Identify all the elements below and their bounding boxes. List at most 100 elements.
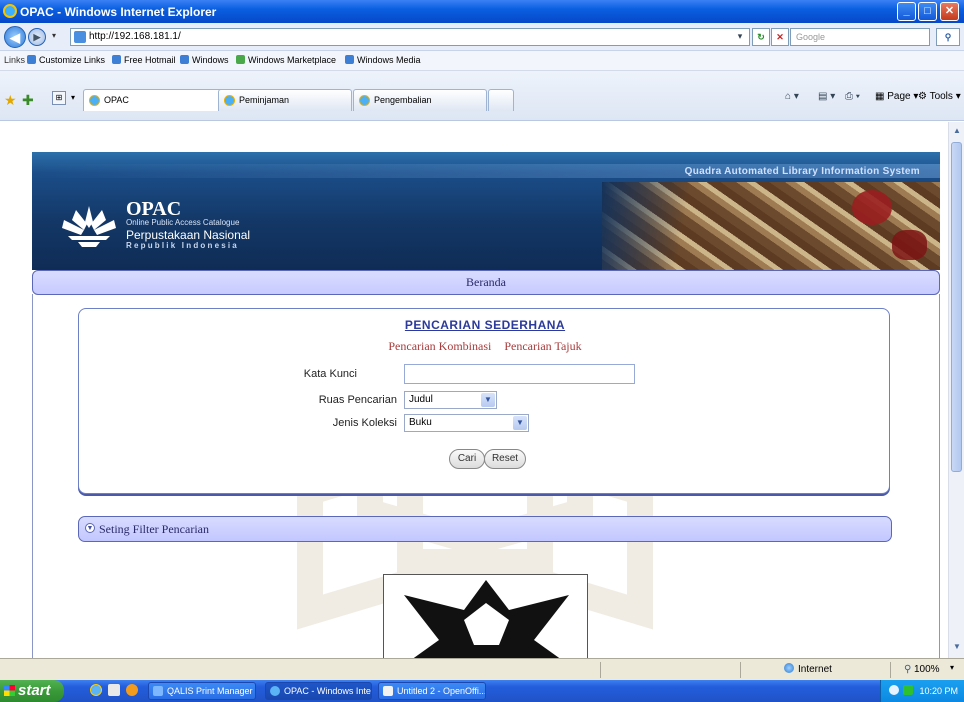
keyword-label: Kata Kunci — [303, 368, 357, 380]
link-free-hotmail[interactable]: Free Hotmail — [112, 51, 176, 70]
search-field-value: Judul — [409, 394, 433, 405]
internet-zone-icon — [784, 663, 794, 673]
search-icon[interactable]: ⚲ — [936, 28, 960, 46]
tray-network-icon[interactable] — [889, 685, 899, 695]
favorites-star-icon[interactable]: ★ — [4, 92, 17, 109]
quicklaunch-desktop-icon[interactable] — [108, 684, 120, 696]
feeds-icon[interactable]: ▤ ▾ — [818, 91, 835, 102]
links-label: Links — [4, 55, 26, 65]
search-field-select[interactable]: Judul ▼ — [404, 391, 497, 409]
search-placeholder: Google — [796, 32, 826, 42]
chevron-down-icon[interactable]: ▼ — [513, 416, 527, 430]
new-tab-button[interactable] — [488, 89, 514, 111]
banner-collage-image — [602, 182, 940, 270]
zoom-dropdown-icon[interactable]: ▾ — [950, 663, 954, 672]
collage-shape — [892, 230, 927, 260]
combined-search-link[interactable]: Pencarian Kombinasi — [388, 339, 491, 353]
add-favorites-icon[interactable]: ✚ — [22, 92, 34, 109]
search-input[interactable]: Google — [790, 28, 930, 46]
tray-security-icon[interactable] — [903, 685, 913, 695]
link-icon — [345, 55, 354, 64]
country-name: Republik Indonesia — [126, 241, 239, 250]
window-title: OPAC - Windows Internet Explorer — [20, 5, 217, 19]
quicklaunch-media-icon[interactable] — [126, 684, 138, 696]
clock: 10:20 PM — [919, 686, 958, 696]
collection-type-value: Buku — [409, 417, 432, 428]
search-filter-toggle[interactable]: ▼ Seting Filter Pencarian — [78, 516, 892, 542]
minimize-button[interactable]: _ — [897, 2, 916, 21]
windows-logo-icon — [4, 685, 15, 696]
page-icon — [224, 95, 235, 106]
expand-icon[interactable]: ▼ — [85, 523, 95, 533]
back-button[interactable]: ◀ — [4, 26, 26, 48]
stop-button[interactable]: ✕ — [771, 28, 789, 46]
quick-tabs-icon[interactable]: ⊞ — [52, 91, 66, 105]
opac-subtitle: Online Public Access Catalogue — [126, 218, 240, 227]
home-icon[interactable]: ⌂ ▾ — [785, 91, 799, 102]
address-dropdown-icon[interactable]: ▾ — [733, 28, 747, 46]
start-button[interactable]: start — [0, 680, 64, 702]
scroll-down-icon[interactable]: ▼ — [950, 640, 964, 654]
zoom-icon[interactable]: ⚲ — [904, 664, 911, 675]
document-icon — [383, 686, 393, 696]
task-label: QALIS Print Manager — [167, 686, 253, 696]
tab-peminjaman[interactable]: Peminjaman — [218, 89, 352, 111]
address-toolbar: ◀ ▶ ▾ http://192.168.181.1/ ▾ ↻ ✕ Google… — [0, 23, 964, 51]
links-toolbar: Links Customize Links Free Hotmail Windo… — [0, 51, 964, 71]
windows-taskbar: start QALIS Print Manager OPAC - Windows… — [0, 680, 964, 702]
site-banner: Quadra Automated Library Information Sys… — [32, 152, 940, 270]
task-label: OPAC - Windows Inte... — [284, 686, 372, 696]
internet-explorer-icon — [3, 4, 17, 18]
print-icon[interactable]: ⎙ ▾ — [845, 91, 860, 102]
forward-button[interactable]: ▶ — [28, 28, 46, 46]
task-openoffice[interactable]: Untitled 2 - OpenOffi... — [378, 682, 486, 700]
page-menu[interactable]: ▦ Page ▾ — [875, 91, 918, 102]
start-label: start — [18, 682, 51, 699]
zoom-level[interactable]: 100% — [914, 664, 940, 675]
beranda-nav-link[interactable]: Beranda — [32, 270, 940, 295]
scrollbar-thumb[interactable] — [951, 142, 962, 472]
emblem-graphic — [404, 580, 569, 658]
page-viewport: Quadra Automated Library Information Sys… — [0, 122, 948, 658]
link-icon — [27, 55, 36, 64]
collection-type-select[interactable]: Buku ▼ — [404, 414, 529, 432]
task-qalis-print-manager[interactable]: QALIS Print Manager — [148, 682, 256, 700]
heading-search-link[interactable]: Pencarian Tajuk — [504, 339, 581, 353]
status-bar: Internet ⚲ 100% ▾ — [0, 658, 964, 680]
search-panel-title: PENCARIAN SEDERHANA — [404, 318, 566, 332]
link-windows-marketplace[interactable]: Windows Marketplace — [236, 51, 336, 70]
link-icon — [180, 55, 189, 64]
simple-search-panel: PENCARIAN SEDERHANA Pencarian Kombinasi … — [78, 308, 890, 494]
filter-label: Seting Filter Pencarian — [99, 522, 209, 536]
tab-list-dropdown-icon[interactable]: ▾ — [71, 93, 75, 102]
page-icon — [89, 95, 100, 106]
link-customize-links[interactable]: Customize Links — [27, 51, 105, 70]
vertical-scrollbar[interactable]: ▲ ▼ — [948, 122, 964, 658]
tabs-toolbar: ★ ✚ ⊞ ▾ OPAC ✕ Peminjaman Pengembalian ⌂… — [0, 71, 964, 121]
link-windows-media[interactable]: Windows Media — [345, 51, 421, 70]
address-url: http://192.168.181.1/ — [89, 31, 181, 42]
maximize-button[interactable]: □ — [918, 2, 937, 21]
tools-menu[interactable]: ⚙ Tools ▾ — [918, 91, 961, 102]
history-dropdown-icon[interactable]: ▾ — [52, 31, 56, 40]
close-button[interactable]: ✕ — [940, 2, 959, 21]
app-icon — [153, 686, 163, 696]
tab-pengembalian[interactable]: Pengembalian — [353, 89, 487, 111]
quicklaunch-ie-icon[interactable] — [90, 684, 102, 696]
window-title-bar: OPAC - Windows Internet Explorer _ □ ✕ — [0, 0, 964, 23]
reset-button[interactable]: Reset — [484, 449, 526, 469]
address-input[interactable]: http://192.168.181.1/ — [70, 28, 750, 46]
tab-label: OPAC — [104, 95, 129, 105]
page-icon — [74, 31, 86, 43]
task-opac-browser[interactable]: OPAC - Windows Inte... — [265, 682, 372, 700]
refresh-button[interactable]: ↻ — [752, 28, 770, 46]
link-windows[interactable]: Windows — [180, 51, 229, 70]
search-button[interactable]: Cari — [449, 449, 485, 469]
link-icon — [236, 55, 245, 64]
chevron-down-icon[interactable]: ▼ — [481, 393, 495, 407]
system-tray: 10:20 PM — [880, 680, 964, 702]
keyword-input[interactable] — [404, 364, 635, 384]
tab-opac[interactable]: OPAC ✕ — [83, 89, 235, 111]
internet-explorer-icon — [270, 686, 280, 696]
scroll-up-icon[interactable]: ▲ — [950, 124, 964, 138]
